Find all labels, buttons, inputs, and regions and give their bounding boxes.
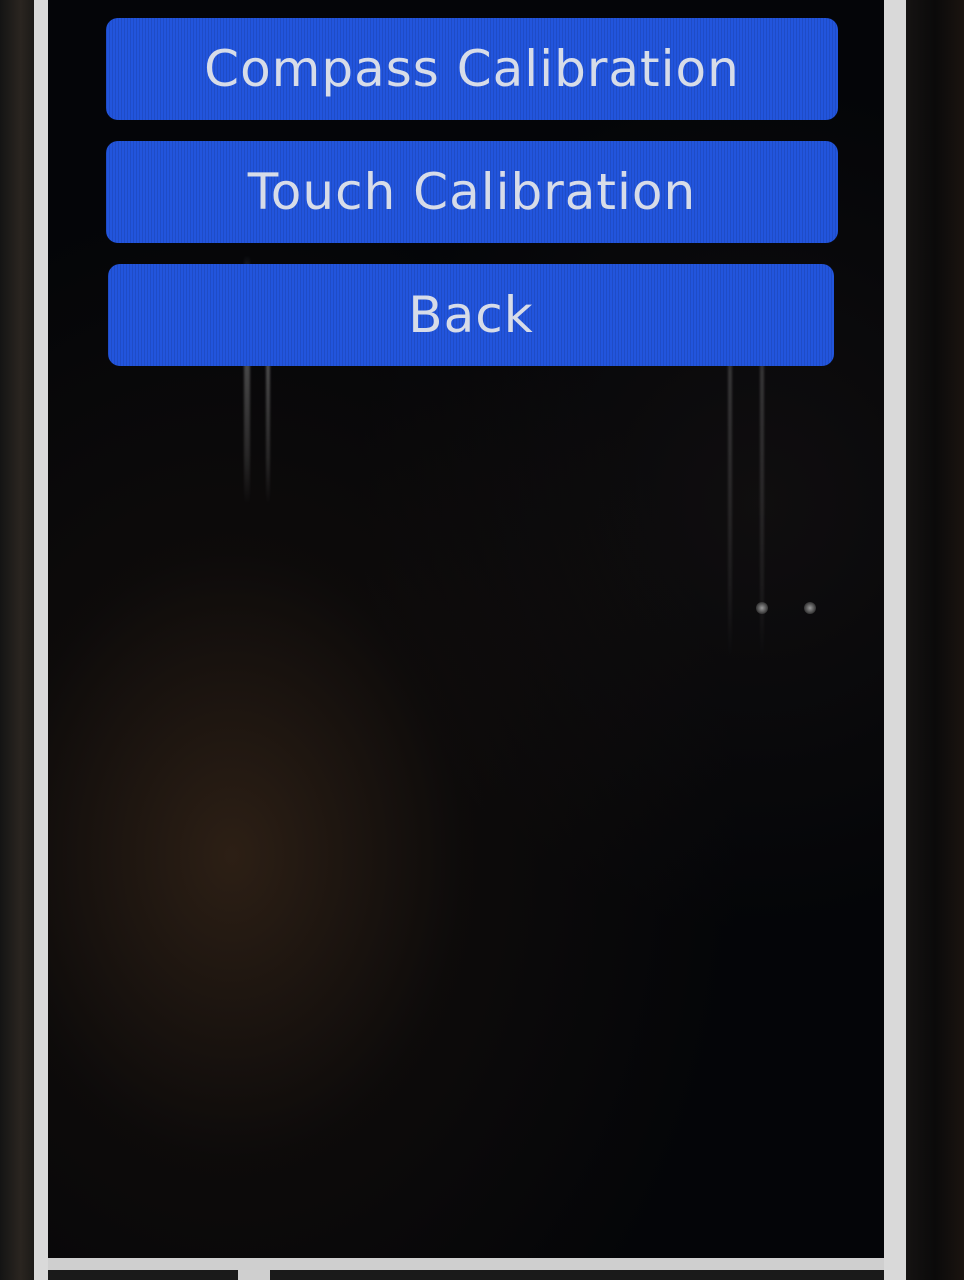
bezel-bottom-frame <box>48 1270 238 1280</box>
photo-left-edge <box>0 0 34 1280</box>
reflection-dot <box>804 602 816 614</box>
compass-calibration-button[interactable]: Compass Calibration <box>106 18 838 120</box>
bezel-bottom-frame <box>270 1270 884 1280</box>
display-screen: Compass Calibration Touch Calibration Ba… <box>48 0 884 1258</box>
photo-right-edge <box>906 0 964 1280</box>
reflection-dot <box>756 602 768 614</box>
back-button[interactable]: Back <box>108 264 834 366</box>
touch-calibration-button[interactable]: Touch Calibration <box>106 141 838 243</box>
